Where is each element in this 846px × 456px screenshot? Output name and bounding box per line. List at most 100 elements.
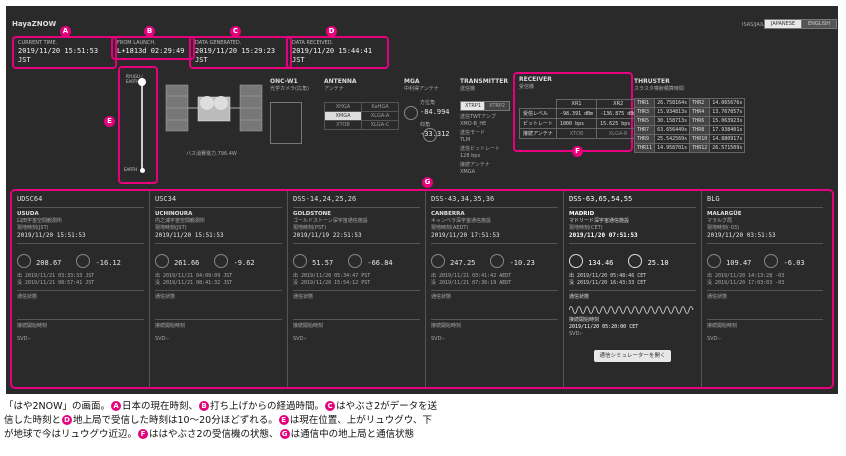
marker-a: A [60,26,71,37]
thr-key: THR6 [689,116,711,126]
xtrp2-button[interactable]: XTRP2 [484,101,511,111]
thr-value: 63.656449s [654,125,691,135]
caption-marker-a: A [111,401,122,411]
divider [17,243,144,244]
xtrp1-button[interactable]: XTRP1 [460,101,487,111]
position-track [141,80,143,170]
station-rise-time: 出 2019/11/21 03:33:33 JST [17,273,95,279]
thr-key: THR5 [633,116,656,126]
agency-label: ISAS/JAXA [742,22,767,28]
antenna-xlga-a: XLGA-A [361,111,399,121]
station-link-label: 接続開始時刻 [155,323,186,329]
launch-elapsed-value: L+1813d 02:29:49 [117,47,185,55]
thruster-table: THR1 26.758164s THR2 14.065676s THR3 15.9348… [633,98,746,153]
nav-japanese[interactable]: JAPANESE [764,19,803,29]
station-name-jp: マラルグ局 [707,218,733,224]
marker-b: B [144,26,155,37]
station-set-time: 没 2019/11/21 08:41:32 JST [155,280,233,286]
caption-text: が地球で今はリュウグウ近辺。 [4,429,138,440]
transmitter-twt-label: 送信TWTアンプ [460,114,496,120]
station-rise-time: 出 2019/11/20 05:34:47 PST [293,273,371,279]
receiver-col-xr1: XR1 [556,99,598,109]
thr-value: 26.571509s [709,143,746,153]
caption-text: は通信中の地上局と通信状態 [290,429,415,440]
station-set-time: 没 2019/11/21 07:30:19 AEDT [431,280,512,286]
station-angles: 261.66 -9.62 [155,250,282,269]
elevation-gauge-icon [214,253,229,268]
transmitter-subtitle: 送信機 [460,86,476,92]
station-name-jp: ゴールドストーン深宇宙通信施設 [293,218,368,224]
caption-text: 信した時刻と [4,415,62,426]
open-simulator-button[interactable]: 通信シミュレーターを開く [593,350,672,362]
spacecraft-position-dot [138,78,146,86]
thr-key: THR3 [633,107,656,117]
station-code: USC34 [155,195,177,203]
mga-azimuth-label: 方位角 [420,100,436,106]
mga-elevation-value: -33.312 [420,130,450,138]
antenna-xhga: XHGA [324,102,362,112]
azimuth-gauge-icon [17,253,31,268]
azimuth-gauge-icon [155,253,169,268]
station-status-label: 通信状態 [155,294,176,300]
station-name: MADRID [569,211,595,217]
divider [569,207,696,208]
thruster-title: THRUSTER [634,78,670,85]
station-goldstone: DSS-14,24,25,26 GOLDSTONE ゴールドストーン深宇宙通信施… [288,191,426,387]
thr-value: 17.938401s [709,125,746,135]
mga-azimuth-value: -84.994 [420,108,450,116]
nav-english[interactable]: ENGLISH [801,19,837,29]
station-tz-label: 現地時刻(-03) [707,225,740,231]
onc-subtitle: 光学カメラ(広角) [270,86,309,92]
thr-value: 14.880917s [709,134,746,144]
station-link-label: 接続開始時刻 [569,317,600,323]
thr-key: THR10 [689,134,711,144]
receiver-bitrate-label: ビットレート [518,118,558,129]
station-link-value: 2019/11/20 05:20:00 CET [569,324,639,330]
station-name: USUDA [17,211,39,217]
app-logo: HayaZNOW [12,20,57,28]
caption-text: 日本の現在時刻、 [122,401,199,412]
caption-text: 打ち上げからの経過時間。 [210,401,325,412]
station-usuda: UDSC64 USUDA 臼田宇宙空間観測所 現地時刻(JST) 2019/11… [12,191,150,387]
divider [431,290,558,291]
azimuth-gauge-icon [707,253,721,268]
transmitter-mode-label: 送信モード [460,130,486,136]
station-link-value: SVD:- [707,336,721,342]
azimuth-gauge-icon [569,253,583,268]
thr-value: 30.158713s [654,116,691,126]
station-set-time: 没 2019/11/20 17:03:03 -03 [707,280,785,286]
data-received-box: DATA RECEIVED. 2019/11/20 15:44:41 JST [286,36,389,69]
station-status-label: 通信状態 [569,294,590,300]
station-local-time: 2019/11/20 17:51:53 [431,232,500,239]
divider [155,207,282,208]
data-received-label: DATA RECEIVED. [292,40,334,46]
station-tz-label: 現地時刻(CET) [569,225,603,231]
station-name: CANBERRA [431,211,465,217]
station-link-value: SVD:- [431,336,445,342]
caption-marker-f: F [138,429,149,439]
divider [707,290,823,291]
caption-marker-g: G [279,429,290,439]
station-elevation: -10.23 [509,259,535,267]
station-link-value: SVD:- [17,336,31,342]
divider [155,319,282,320]
station-tz-label: 現地時刻(JST) [17,225,49,231]
station-name-jp: 内之浦宇宙空間観測所 [155,218,206,224]
divider [707,207,823,208]
station-local-time: 2019/11/20 07:51:53 [569,232,638,239]
caption-marker-e: E [278,415,289,425]
station-link-label: 接続開始時刻 [293,323,324,329]
station-elevation: -16.12 [95,259,121,267]
mga-elevation-label: 仰角 [420,122,431,128]
transmitter-title: TRANSMITTER [460,78,508,85]
earth-dot [140,168,145,173]
caption-marker-d: D [62,415,73,425]
elevation-gauge-icon [490,253,505,268]
receiver-antenna-label: 接続アンテナ [518,128,558,139]
antenna-title: ANTENNA [324,78,357,85]
station-code: DSS-43,34,35,36 [431,195,495,203]
caption-line-2: 信した時刻と D 地上局で受信した時刻は10〜20分ほどずれる。 E は現在位置、上がリ… [4,414,840,428]
station-local-time: 2019/11/20 15:51:53 [17,232,86,239]
caption-text: 地上局で受信した時刻は10〜20分ほどずれる。 [73,415,278,426]
station-elevation: -66.84 [367,259,393,267]
